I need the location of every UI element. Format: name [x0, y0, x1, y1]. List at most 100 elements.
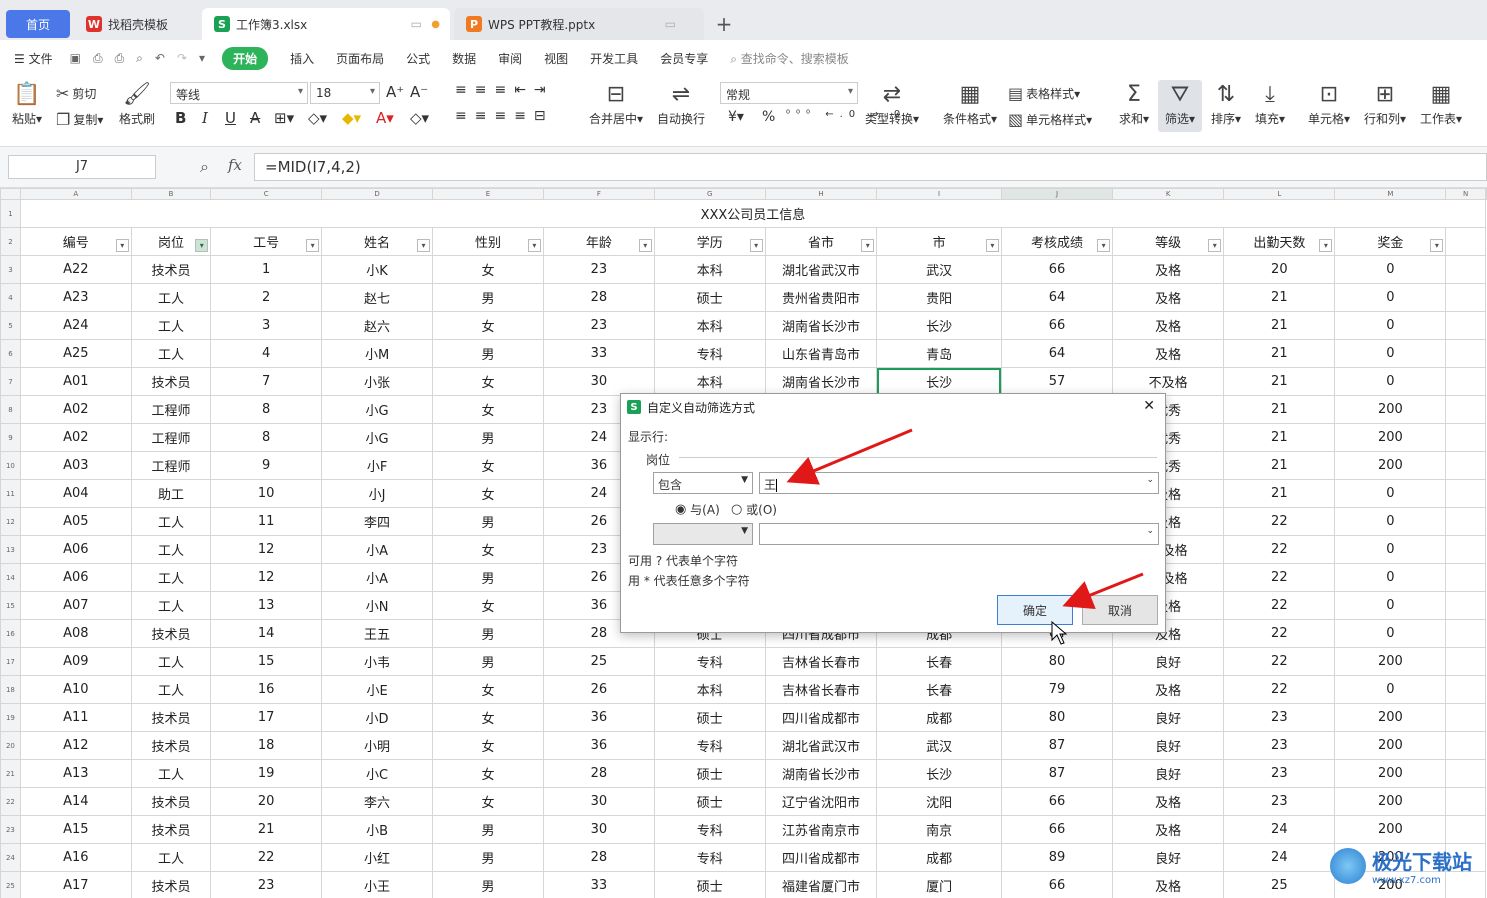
table-cell[interactable]: 1	[210, 255, 323, 284]
table-cell[interactable]: 66	[1000, 255, 1114, 284]
table-cell[interactable]: 22	[1223, 507, 1336, 536]
table-cell[interactable]: 及格	[1112, 815, 1225, 844]
table-cell[interactable]: A04	[19, 479, 132, 508]
table-cell[interactable]: 23	[1223, 787, 1336, 816]
header-cell[interactable]: 出勤天数 ▾	[1223, 227, 1336, 256]
name-box[interactable]: J7	[8, 155, 156, 179]
table-cell[interactable]: 79	[1000, 675, 1114, 704]
menu-data[interactable]: 数据	[452, 50, 476, 67]
row-header[interactable]: 4	[0, 283, 21, 312]
table-cell[interactable]: 男	[432, 423, 544, 452]
table-cell[interactable]: A15	[19, 815, 132, 844]
table-cell[interactable]: 四川省成都市	[764, 843, 878, 872]
header-cell[interactable]: 编号 ▾	[19, 227, 132, 256]
table-cell[interactable]: 长沙	[876, 759, 1002, 788]
print-preview-icon[interactable]: ⌕	[136, 51, 143, 66]
fill-color-icon[interactable]: ◆▾	[342, 109, 361, 127]
table-cell[interactable]: 硕士	[653, 759, 766, 788]
table-cell[interactable]: 12	[210, 563, 323, 592]
table-cell[interactable]: 女	[432, 787, 544, 816]
table-cell[interactable]: 21	[1223, 423, 1336, 452]
empty-cell[interactable]	[1445, 675, 1486, 704]
table-cell[interactable]: 36	[542, 731, 655, 760]
table-cell[interactable]: 本科	[653, 367, 766, 396]
empty-cell[interactable]	[1445, 731, 1486, 760]
table-cell[interactable]: 66	[1000, 311, 1114, 340]
empty-cell[interactable]	[1445, 367, 1486, 396]
table-cell[interactable]: 200	[1334, 759, 1447, 788]
table-cell[interactable]: 8	[210, 423, 323, 452]
number-format-select[interactable]: 常规	[720, 82, 858, 104]
column-header[interactable]: M	[1334, 188, 1447, 200]
table-cell[interactable]: 0	[1334, 619, 1447, 648]
table-cell[interactable]: 0	[1334, 479, 1447, 508]
table-cell[interactable]: 专科	[653, 843, 766, 872]
table-cell[interactable]: 21	[1223, 283, 1336, 312]
table-cell[interactable]: 湖北省武汉市	[764, 731, 878, 760]
table-cell[interactable]: 技术员	[130, 619, 212, 648]
table-cell[interactable]: 小B	[321, 815, 433, 844]
menu-formula[interactable]: 公式	[406, 50, 430, 67]
fx-icon[interactable]: fx	[228, 156, 242, 174]
table-cell[interactable]: 小明	[321, 731, 433, 760]
empty-cell[interactable]	[1445, 255, 1486, 284]
cancel-button[interactable]: 取消	[1082, 595, 1158, 625]
table-cell[interactable]: 12	[210, 535, 323, 564]
table-cell[interactable]: 18	[210, 731, 323, 760]
table-cell[interactable]: 良好	[1112, 703, 1225, 732]
table-cell[interactable]: 200	[1334, 451, 1447, 480]
strikethrough-icon[interactable]: A	[250, 109, 260, 127]
print-icon[interactable]: ⎙	[115, 51, 125, 66]
table-cell[interactable]: 0	[1334, 311, 1447, 340]
column-header[interactable]: B	[130, 188, 212, 200]
table-cell[interactable]: 湖南省长沙市	[764, 311, 878, 340]
corner-cell[interactable]	[0, 188, 21, 200]
row-header[interactable]: 16	[0, 619, 21, 648]
table-cell[interactable]: A13	[19, 759, 132, 788]
empty-cell[interactable]	[1445, 227, 1486, 256]
table-cell[interactable]: 0	[1334, 255, 1447, 284]
column-header[interactable]: D	[321, 188, 433, 200]
table-cell[interactable]: 工人	[130, 535, 212, 564]
table-cell[interactable]: 本科	[653, 675, 766, 704]
column-header[interactable]: N	[1445, 188, 1486, 200]
table-cell[interactable]: 0	[1334, 675, 1447, 704]
empty-cell[interactable]	[1445, 395, 1486, 424]
row-header[interactable]: 24	[0, 843, 21, 872]
row-header[interactable]: 11	[0, 479, 21, 508]
header-cell[interactable]: 等级 ▾	[1112, 227, 1225, 256]
row-header[interactable]: 25	[0, 871, 21, 898]
table-cell[interactable]: 89	[1000, 843, 1114, 872]
cut-button[interactable]: ✂ 剪切	[56, 84, 96, 103]
table-cell[interactable]: 男	[432, 843, 544, 872]
table-cell[interactable]: 小C	[321, 759, 433, 788]
table-cell[interactable]: 本科	[653, 311, 766, 340]
table-cell[interactable]: 长沙	[876, 311, 1002, 340]
undo-icon[interactable]: ↶	[155, 51, 165, 65]
empty-cell[interactable]	[1445, 451, 1486, 480]
table-cell[interactable]: 技术员	[130, 815, 212, 844]
table-cell[interactable]: 66	[1000, 787, 1114, 816]
table-cell[interactable]: 30	[542, 815, 655, 844]
row-header[interactable]: 15	[0, 591, 21, 620]
table-cell[interactable]: 助工	[130, 479, 212, 508]
table-cell[interactable]: 200	[1334, 423, 1447, 452]
row-header[interactable]: 18	[0, 675, 21, 704]
bold-icon[interactable]: B	[175, 109, 186, 127]
table-cell[interactable]: 赵六	[321, 311, 433, 340]
filter-dropdown-icon[interactable]: ▾	[638, 239, 652, 252]
menu-start[interactable]: 开始	[222, 46, 269, 70]
table-cell[interactable]: 64	[1000, 283, 1114, 312]
sort-button[interactable]: ⇅ 排序▾	[1206, 80, 1246, 127]
table-cell[interactable]: 工人	[130, 563, 212, 592]
table-cell[interactable]: 66	[1000, 871, 1114, 898]
table-cell[interactable]: 33	[542, 339, 655, 368]
table-cell[interactable]: 21	[1223, 395, 1336, 424]
table-cell[interactable]: 湖南省长沙市	[764, 759, 878, 788]
row-col-button[interactable]: ⊞ 行和列▾	[1360, 80, 1410, 127]
filter-dropdown-icon[interactable]: ▾	[306, 239, 320, 252]
table-cell[interactable]: 女	[432, 367, 544, 396]
table-cell[interactable]: 女	[432, 675, 544, 704]
header-cell[interactable]: 考核成绩 ▾	[1000, 227, 1114, 256]
table-cell[interactable]: 80	[1000, 703, 1114, 732]
